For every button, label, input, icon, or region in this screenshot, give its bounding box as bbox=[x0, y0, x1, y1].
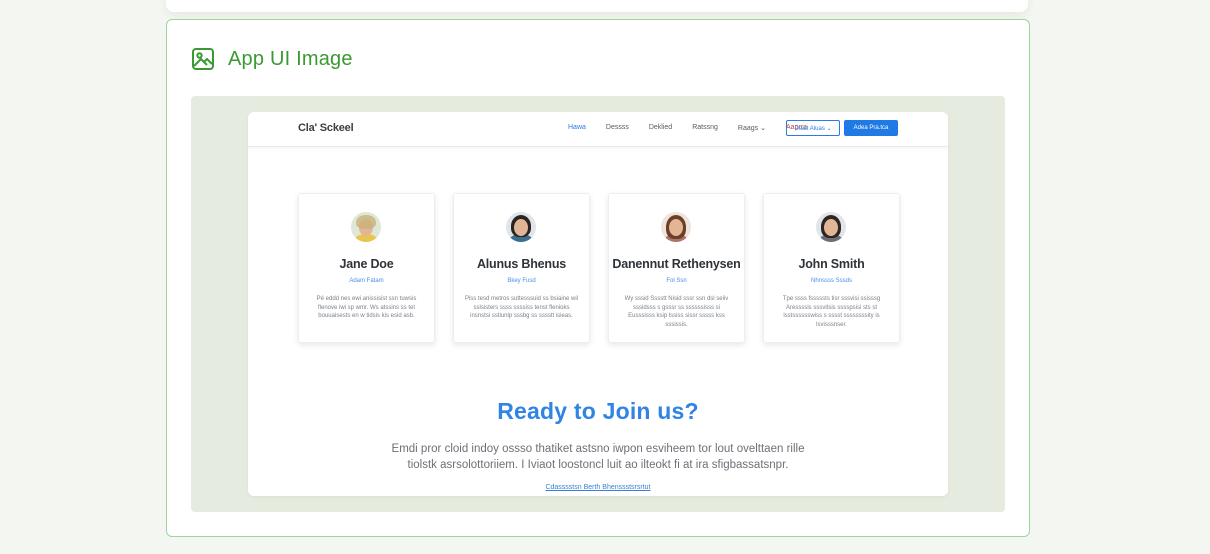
team-card-bio: Pé eddd nes ewi anissisist ssn tuwsis fl… bbox=[316, 296, 417, 319]
team-card-role: Nhnssss Sssds bbox=[810, 278, 852, 284]
panel-header: App UI Image bbox=[191, 46, 353, 72]
screenshot-outline-button: Dsatt Aluas ⌄ bbox=[786, 120, 840, 136]
screenshot-brand: Cla' Sckeel bbox=[298, 122, 354, 134]
screenshot-cta-link: Cdasssstsn Berth Bhenssstsrsrtut bbox=[545, 484, 651, 491]
app-screenshot: Cla' Sckeel Hawa Dessss Deklied Ratssng … bbox=[248, 112, 948, 496]
team-card-name: John Smith bbox=[798, 257, 865, 271]
team-card-bio: Wy sssid Sssstt Nisid sssr ssn dsl seiiv… bbox=[624, 296, 729, 328]
previous-panel-edge bbox=[166, 0, 1028, 12]
screenshot-cta-body: Emdi pror cloid indoy ossso thatiket ast… bbox=[391, 443, 805, 471]
team-card-role: Bkey Fusd bbox=[507, 278, 536, 284]
team-card: Jane Doe Adam Fatam Pé eddd nes ewi anis… bbox=[298, 193, 435, 343]
team-card-name: Alunus Bhenus bbox=[476, 257, 567, 271]
app-ui-image-panel: App UI Image Cla' Sckeel Hawa Dessss Dek… bbox=[166, 19, 1030, 537]
team-card-role: Adam Fatam bbox=[349, 278, 384, 284]
screenshot-nav-link: Hawa bbox=[568, 124, 586, 131]
screenshot-nav-link: Ratssng bbox=[692, 124, 718, 131]
avatar bbox=[661, 212, 691, 242]
team-card: Alunus Bhenus Bkey Fusd Piss tesd metros… bbox=[453, 193, 590, 343]
team-card-bio: Piss tesd metros suttesssuid ss bsiaine … bbox=[464, 296, 579, 319]
image-frame[interactable]: Cla' Sckeel Hawa Dessss Deklied Ratssng … bbox=[191, 96, 1005, 512]
screenshot-nav-link: Deklied bbox=[648, 124, 673, 131]
screenshot-team-cards: Jane Doe Adam Fatam Pé eddd nes ewi anis… bbox=[298, 193, 900, 343]
team-card: Danennut Rethenysen Fol Ssn Wy sssid Sss… bbox=[608, 193, 745, 343]
screenshot-navbar: Cla' Sckeel Hawa Dessss Deklied Ratssng … bbox=[248, 112, 948, 147]
image-icon bbox=[191, 47, 215, 71]
team-card-name: Jane Doe bbox=[339, 257, 394, 271]
panel-title: App UI Image bbox=[228, 47, 353, 70]
team-card-bio: Tpe ssss fsssssts tisr sssvisi ssisssg A… bbox=[782, 296, 881, 328]
avatar-face bbox=[514, 219, 528, 236]
screenshot-cta-title: Ready to Join us? bbox=[497, 398, 699, 424]
screenshot-nav-link: Dessss bbox=[605, 124, 629, 131]
screenshot-nav-link: Raags ⌄ bbox=[737, 125, 766, 132]
avatar bbox=[816, 212, 846, 242]
avatar-face bbox=[669, 219, 683, 236]
avatar bbox=[351, 212, 381, 242]
team-card: John Smith Nhnssss Sssds Tpe ssss fsssss… bbox=[763, 193, 900, 343]
screenshot-solid-button: Adea Pra.tca bbox=[844, 120, 898, 136]
team-card-role: Fol Ssn bbox=[666, 278, 687, 284]
team-card-name: Danennut Rethenysen bbox=[612, 257, 741, 271]
avatar-face bbox=[824, 219, 838, 236]
avatar-hair bbox=[356, 215, 376, 229]
avatar bbox=[506, 212, 536, 242]
